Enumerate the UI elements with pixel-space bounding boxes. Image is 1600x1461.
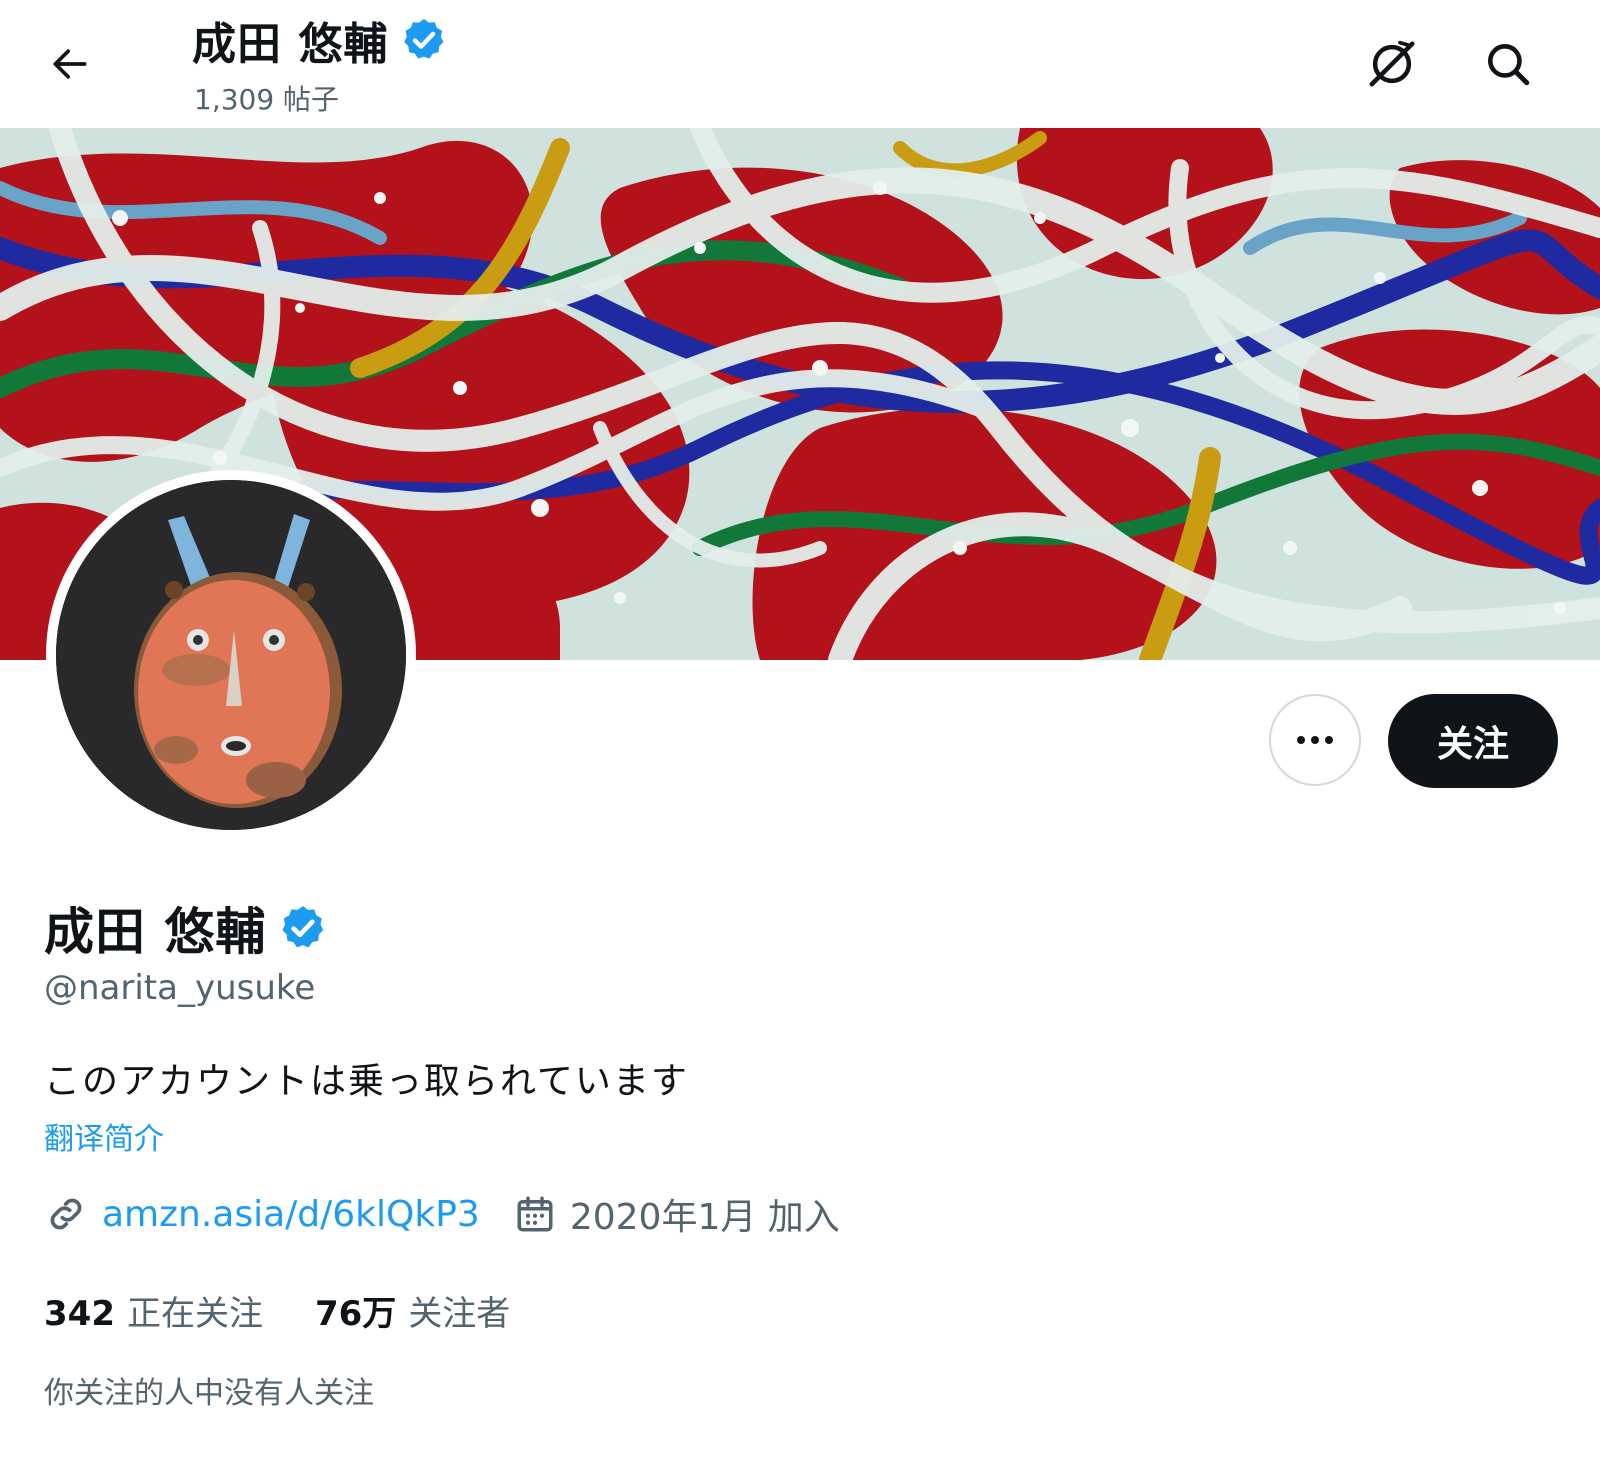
header-posts-count: 1,309 帖子: [194, 83, 340, 116]
followers-count[interactable]: 76万: [315, 1286, 396, 1335]
arrow-left-icon: [53, 49, 87, 79]
following-count[interactable]: 342: [44, 1294, 115, 1334]
translate-bio-link[interactable]: 翻译简介: [44, 1114, 164, 1158]
mask-artwork: [56, 480, 406, 830]
grok-icon: [1369, 40, 1415, 87]
followers-label[interactable]: 关注者: [408, 1286, 510, 1335]
more-icon: [1297, 736, 1333, 744]
profile-name-row: 成田 悠輔: [44, 892, 328, 964]
more-options-button[interactable]: [1269, 694, 1361, 786]
search-button[interactable]: [1474, 30, 1542, 98]
verified-badge-icon[interactable]: [278, 903, 328, 953]
search-icon: [1488, 44, 1530, 86]
profile-meta: amzn.asia/d/6klQkP3 2020年1月 加入: [44, 1188, 840, 1240]
avatar[interactable]: [56, 480, 406, 830]
follow-button[interactable]: 关注: [1388, 694, 1558, 788]
verified-badge-icon: [404, 19, 444, 59]
calendar-icon: [517, 1196, 553, 1232]
following-label[interactable]: 正在关注: [127, 1286, 263, 1335]
profile-stats: 342 正在关注 76万 关注者: [44, 1286, 510, 1335]
top-bar: 成田 悠輔 1,309 帖子: [0, 0, 1600, 128]
profile-website-link[interactable]: amzn.asia/d/6klQkP3: [102, 1194, 480, 1235]
link-icon: [50, 1198, 82, 1230]
grok-button[interactable]: [1358, 30, 1426, 98]
header-title: 成田 悠輔: [192, 8, 448, 72]
back-button[interactable]: [36, 30, 104, 98]
profile-join-date: 2020年1月 加入: [569, 1197, 840, 1238]
profile-handle: @narita_yusuke: [44, 968, 316, 1008]
followers-you-know: 你关注的人中没有人关注: [44, 1376, 374, 1411]
profile-bio: このアカウントは乗っ取られています: [44, 1061, 689, 1102]
profile-name: 成田 悠輔: [44, 903, 267, 961]
header-name: 成田 悠輔: [192, 19, 389, 70]
